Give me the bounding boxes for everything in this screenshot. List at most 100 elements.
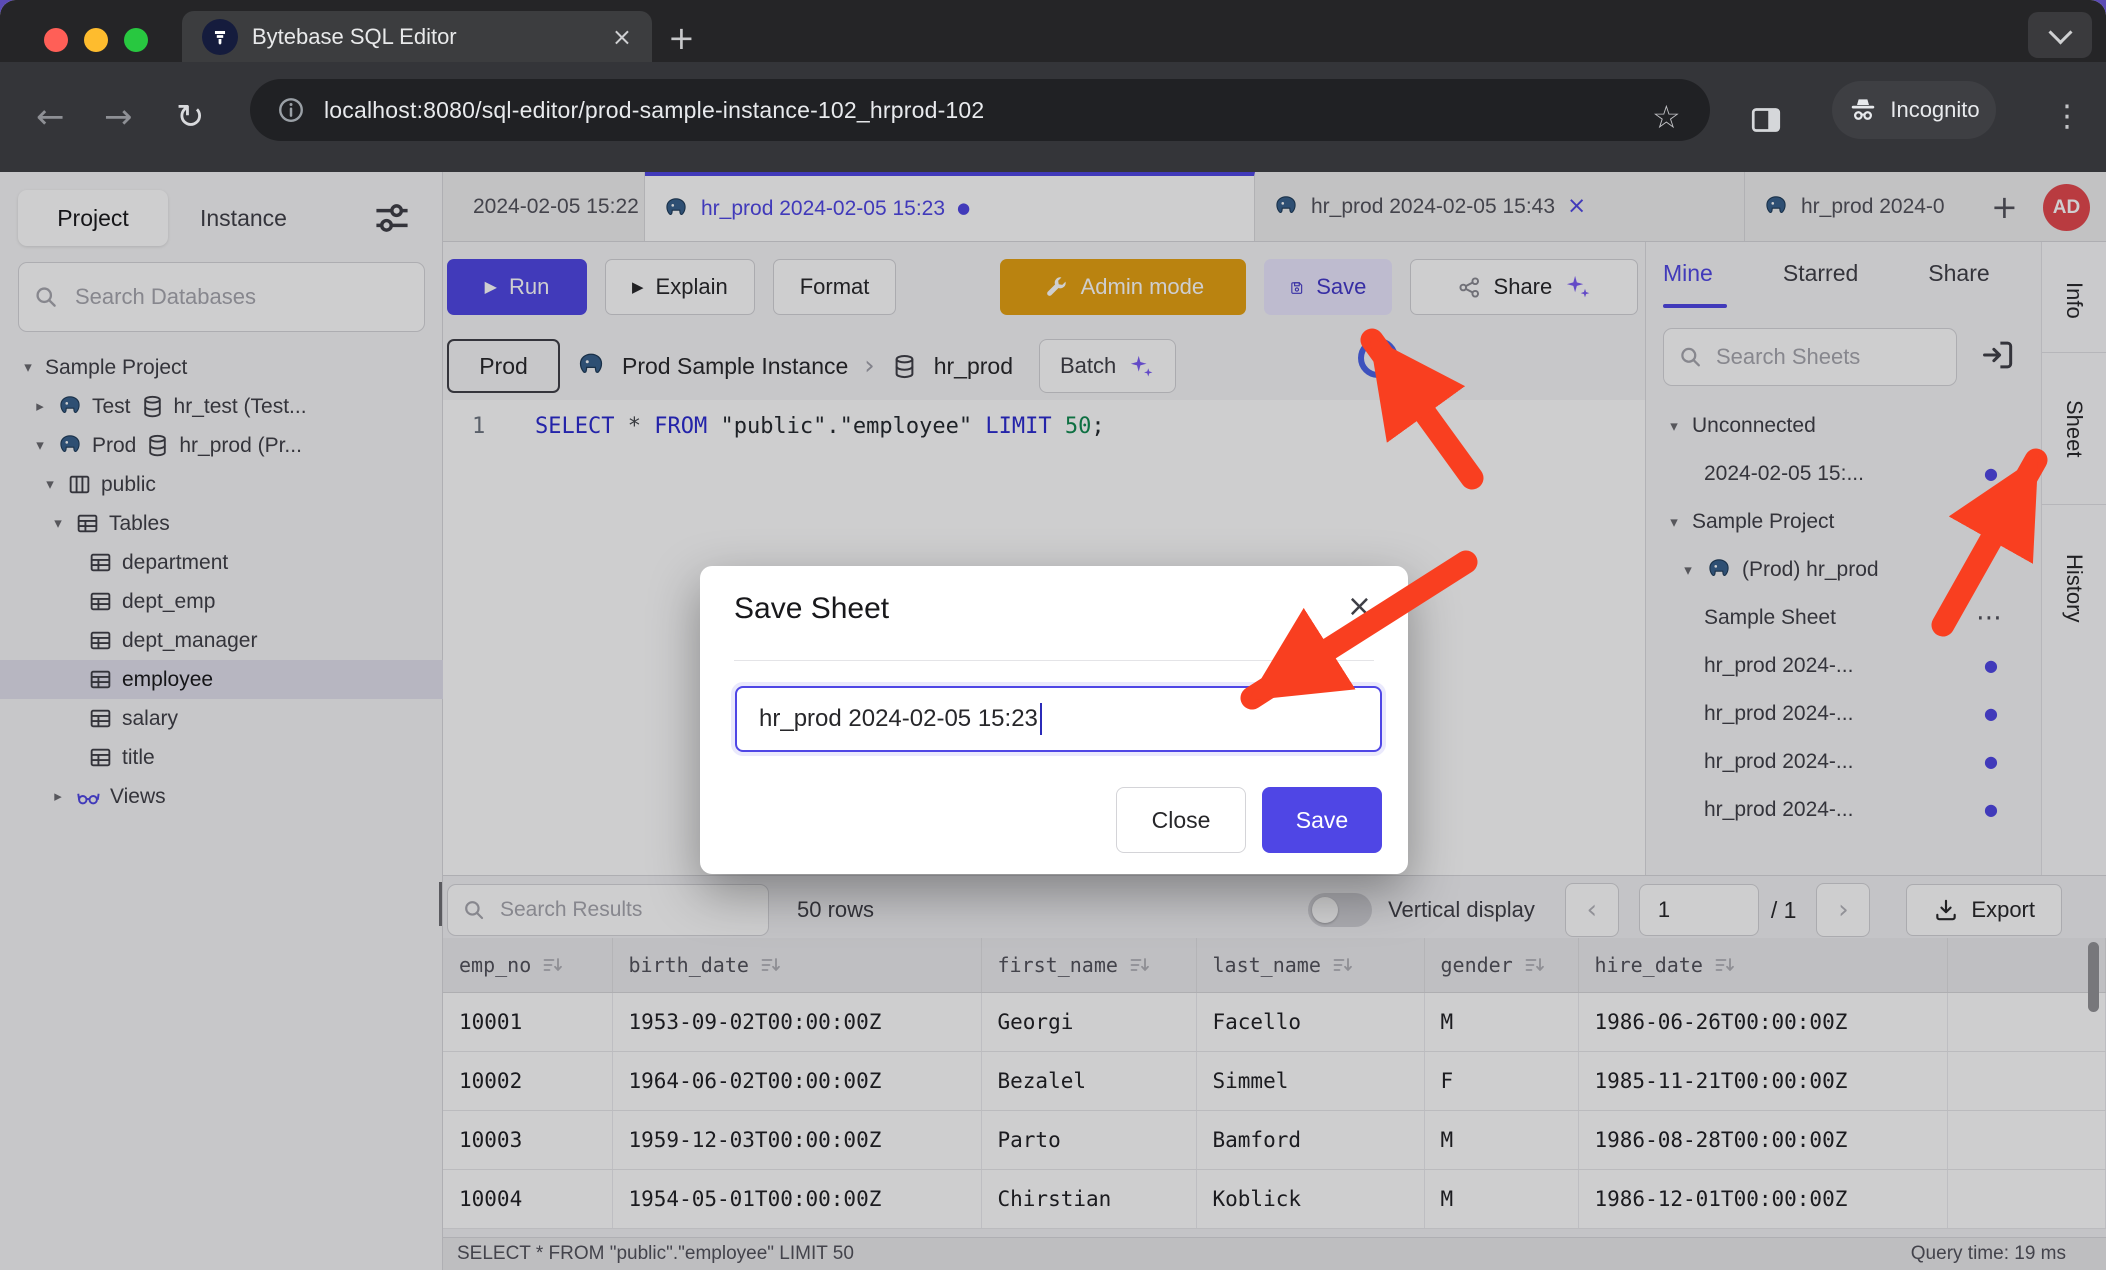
column-header[interactable]: gender bbox=[1424, 938, 1578, 993]
bookmark-star-icon[interactable]: ☆ bbox=[1652, 101, 1681, 133]
sort-icon[interactable] bbox=[759, 953, 783, 977]
site-info-icon[interactable] bbox=[276, 95, 306, 125]
column-header[interactable]: emp_no bbox=[443, 938, 612, 993]
dialog-save-button[interactable]: Save bbox=[1262, 787, 1382, 853]
close-icon[interactable]: × bbox=[1567, 195, 1586, 218]
window-minimize-button[interactable] bbox=[84, 28, 108, 52]
tab-project[interactable]: Project bbox=[18, 190, 168, 246]
tree-item-employee[interactable]: employee bbox=[0, 660, 443, 699]
table-row[interactable]: 100041954-05-01T00:00:00ZChirstianKoblic… bbox=[443, 1170, 2106, 1229]
tab-mine[interactable]: Mine bbox=[1663, 260, 1713, 287]
tree-item-tables[interactable]: ▾ Tables bbox=[0, 504, 443, 543]
sheet-group-sample-project[interactable]: ▾ Sample Project bbox=[1646, 498, 2042, 546]
table-row[interactable]: 100011953-09-02T00:00:00ZGeorgiFacelloM1… bbox=[443, 993, 2106, 1052]
browser-tab[interactable]: Bytebase SQL Editor × bbox=[182, 11, 652, 62]
import-sheet-icon[interactable] bbox=[1979, 336, 2017, 374]
sheet-group-unconnected[interactable]: ▾ Unconnected bbox=[1646, 402, 2042, 450]
vertical-display-toggle[interactable] bbox=[1308, 893, 1372, 927]
sheet-tab-active[interactable]: hr_prod 2024-02-05 15:23 ● bbox=[645, 172, 1255, 241]
sort-icon[interactable] bbox=[1128, 953, 1152, 977]
sheet-item[interactable]: hr_prod 2024-... ● bbox=[1646, 738, 2042, 786]
tree-item-hr-prod[interactable]: ▾ Prod hr_prod (Pr... bbox=[0, 426, 443, 465]
prev-page-button[interactable]: ‹ bbox=[1565, 883, 1619, 937]
next-page-button[interactable]: › bbox=[1816, 883, 1870, 937]
table-row[interactable]: 100021964-06-02T00:00:00ZBezalelSimmelF1… bbox=[443, 1052, 2106, 1111]
chevron-down-icon[interactable]: ▾ bbox=[50, 516, 66, 531]
database-name[interactable]: hr_prod bbox=[934, 353, 1013, 380]
tab-search-button[interactable] bbox=[2028, 12, 2092, 58]
chevron-down-icon[interactable]: ▾ bbox=[1680, 563, 1696, 578]
back-button[interactable]: ← bbox=[36, 100, 65, 134]
window-close-button[interactable] bbox=[44, 28, 68, 52]
search-sheets-input[interactable] bbox=[1663, 328, 1957, 386]
results-scrollbar[interactable] bbox=[2088, 942, 2099, 1012]
chevron-down-icon[interactable]: ▾ bbox=[20, 360, 36, 375]
run-button[interactable]: ▶ Run bbox=[447, 259, 587, 315]
instance-name[interactable]: Prod Sample Instance bbox=[622, 353, 848, 380]
browser-tab-close-icon[interactable]: × bbox=[612, 25, 632, 49]
sheet-tab-truncated[interactable]: hr_prod 2024-0 bbox=[1745, 172, 1965, 241]
column-header[interactable]: first_name bbox=[981, 938, 1196, 993]
reload-button[interactable]: ↻ bbox=[176, 100, 205, 134]
forward-button[interactable]: → bbox=[104, 100, 133, 134]
ai-sparkle-icon[interactable] bbox=[1564, 273, 1592, 301]
user-avatar[interactable]: AD bbox=[2043, 184, 2090, 231]
more-menu-icon[interactable]: ⋯ bbox=[1976, 605, 2002, 631]
filter-sliders-icon[interactable] bbox=[370, 196, 414, 240]
tree-item-dept-manager[interactable]: dept_manager bbox=[0, 621, 443, 660]
page-number-input[interactable] bbox=[1639, 884, 1759, 936]
sheet-group-prod-hr-prod[interactable]: ▾ (Prod) hr_prod bbox=[1646, 546, 2042, 594]
chevron-right-icon[interactable]: ▸ bbox=[50, 789, 66, 804]
tree-item-sample-project[interactable]: ▾ Sample Project bbox=[0, 348, 443, 387]
explain-button[interactable]: ▶ Explain bbox=[605, 259, 755, 315]
search-databases-input[interactable] bbox=[18, 262, 425, 332]
sheet-item-sample-sheet[interactable]: Sample Sheet ⋯ bbox=[1646, 594, 2042, 642]
tab-instance[interactable]: Instance bbox=[200, 190, 287, 246]
sheet-item[interactable]: 2024-02-05 15:... ● bbox=[1646, 450, 2042, 498]
add-sheet-button[interactable]: + bbox=[1991, 172, 2018, 241]
tree-item-views[interactable]: ▸ Views bbox=[0, 777, 443, 816]
sort-icon[interactable] bbox=[1331, 953, 1355, 977]
sheet-item[interactable]: hr_prod 2024-... ● bbox=[1646, 642, 2042, 690]
new-tab-button[interactable]: + bbox=[668, 22, 695, 54]
tree-item-salary[interactable]: salary bbox=[0, 699, 443, 738]
column-header[interactable]: birth_date bbox=[612, 938, 981, 993]
chevron-down-icon[interactable]: ▾ bbox=[1666, 419, 1682, 434]
chevron-down-icon[interactable]: ▾ bbox=[1666, 515, 1682, 530]
share-button[interactable]: Share bbox=[1410, 259, 1638, 315]
admin-mode-button[interactable]: Admin mode bbox=[1000, 259, 1246, 315]
tree-item-dept-emp[interactable]: dept_emp bbox=[0, 582, 443, 621]
sort-icon[interactable] bbox=[541, 953, 565, 977]
tab-info[interactable]: Info bbox=[2042, 250, 2106, 350]
dialog-close-icon[interactable]: × bbox=[1347, 592, 1372, 622]
tab-starred[interactable]: Starred bbox=[1783, 260, 1858, 287]
tab-sheet[interactable]: Sheet bbox=[2042, 352, 2106, 505]
search-results-input[interactable] bbox=[447, 884, 769, 936]
dialog-close-button[interactable]: Close bbox=[1116, 787, 1246, 853]
table-row[interactable]: 100031959-12-03T00:00:00ZPartoBamfordM19… bbox=[443, 1111, 2106, 1170]
url-bar[interactable]: localhost:8080/sql-editor/prod-sample-in… bbox=[250, 79, 1710, 141]
window-zoom-button[interactable] bbox=[124, 28, 148, 52]
format-button[interactable]: Format bbox=[773, 259, 897, 315]
tab-share[interactable]: Share bbox=[1928, 260, 1989, 287]
side-panel-icon[interactable] bbox=[1748, 102, 1784, 138]
chevron-right-icon[interactable]: ▸ bbox=[32, 399, 48, 414]
column-header[interactable]: hire_date bbox=[1578, 938, 1947, 993]
tree-item-department[interactable]: department bbox=[0, 543, 443, 582]
tree-item-public-schema[interactable]: ▾ public bbox=[0, 465, 443, 504]
column-header[interactable]: last_name bbox=[1196, 938, 1424, 993]
browser-menu-icon[interactable]: ⋮ bbox=[2052, 102, 2082, 132]
chevron-down-icon[interactable]: ▾ bbox=[42, 477, 58, 492]
batch-button[interactable]: Batch bbox=[1039, 339, 1176, 393]
sheet-item[interactable]: hr_prod 2024-... ● bbox=[1646, 786, 2042, 834]
sheet-tab-unsaved[interactable]: 2024-02-05 15:22 × bbox=[443, 172, 645, 241]
sheet-item[interactable]: hr_prod 2024-... ● bbox=[1646, 690, 2042, 738]
save-button[interactable]: Save bbox=[1264, 259, 1392, 315]
sort-icon[interactable] bbox=[1523, 953, 1547, 977]
tree-item-hr-test[interactable]: ▸ Test hr_test (Test... bbox=[0, 387, 443, 426]
sheet-tab-1543[interactable]: hr_prod 2024-02-05 15:43 × bbox=[1255, 172, 1745, 241]
tree-item-title[interactable]: title bbox=[0, 738, 443, 777]
tab-history[interactable]: History bbox=[2042, 505, 2106, 672]
export-button[interactable]: Export bbox=[1906, 884, 2062, 936]
sheet-name-input[interactable]: hr_prod 2024-02-05 15:23 bbox=[735, 686, 1382, 752]
